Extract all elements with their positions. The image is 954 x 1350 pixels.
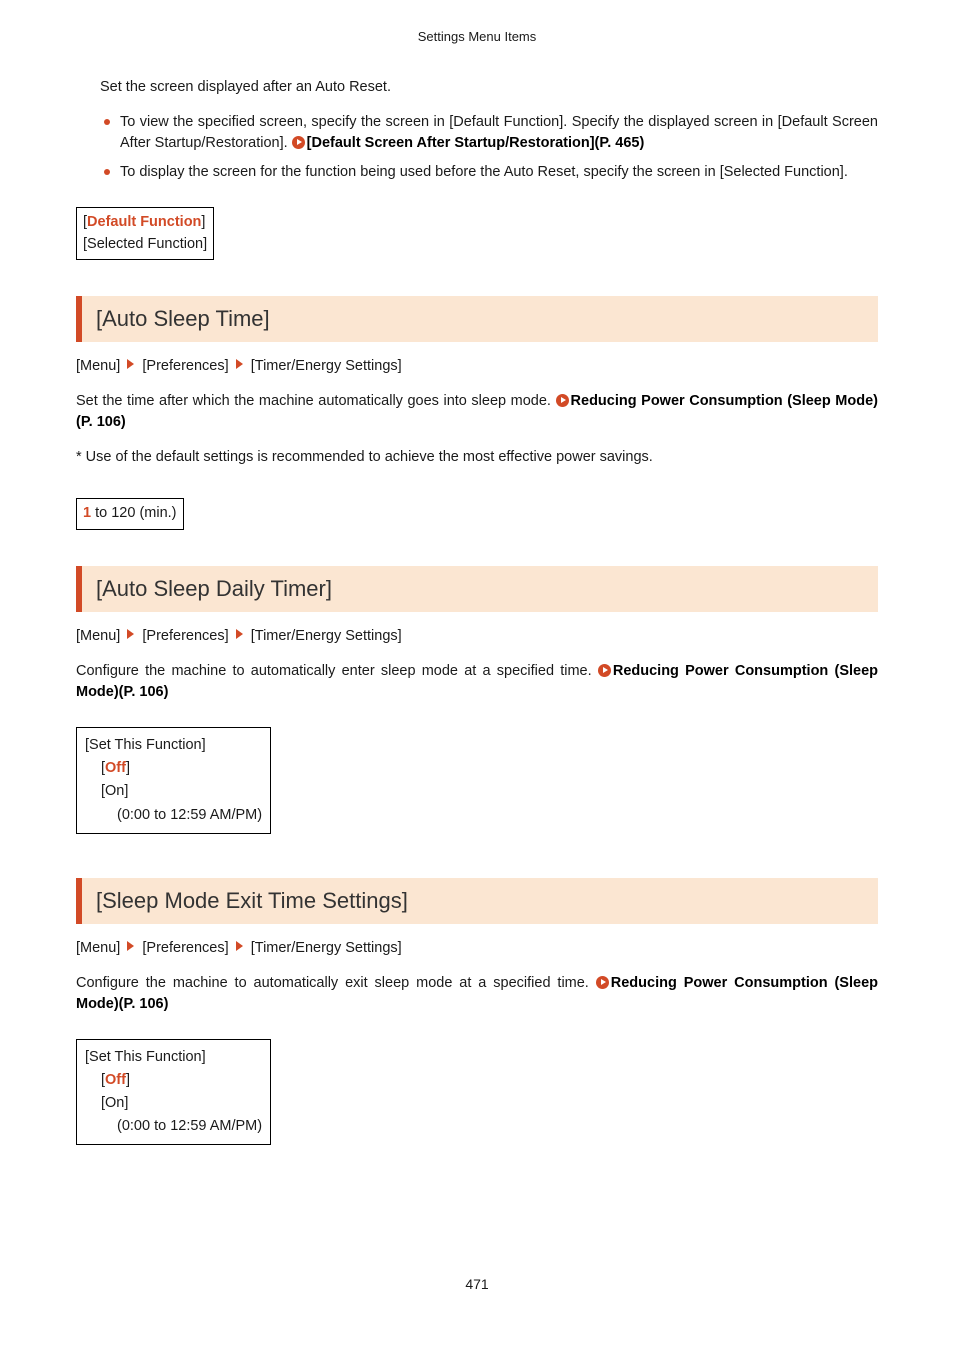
para-text: Configure the machine to automatically e… xyxy=(76,975,596,991)
range-text: to 120 (min.) xyxy=(91,505,176,521)
option: [Selected Function] xyxy=(83,236,207,252)
page-number: 471 xyxy=(0,1274,954,1294)
option: [On] xyxy=(85,780,262,803)
breadcrumb: [Menu] [Preferences] [Timer/Energy Setti… xyxy=(76,356,878,377)
options-box: [Set This Function] [Off] [On] (0:00 to … xyxy=(76,727,271,834)
section-heading-auto-sleep-daily-timer: [Auto Sleep Daily Timer] xyxy=(76,566,878,612)
default-value: 1 xyxy=(83,505,91,521)
crumb: [Preferences] xyxy=(142,358,228,374)
off-label: Off xyxy=(105,1072,126,1088)
bullet-item: To view the specified screen, specify th… xyxy=(100,112,878,154)
crumb: [Timer/Energy Settings] xyxy=(251,358,402,374)
options-box: [Default Function] [Selected Function] xyxy=(76,207,214,261)
bullet-text: To display the screen for the function b… xyxy=(120,164,848,180)
option: [On] xyxy=(85,1092,262,1115)
paragraph: Configure the machine to automatically e… xyxy=(76,661,878,703)
note-text: * Use of the default settings is recomme… xyxy=(76,447,878,468)
chevron-right-icon xyxy=(127,359,134,369)
paragraph: Set the time after which the machine aut… xyxy=(76,391,878,433)
intro-text: Set the screen displayed after an Auto R… xyxy=(100,77,878,98)
cross-reference-link[interactable]: [Default Screen After Startup/Restoratio… xyxy=(307,135,645,151)
para-text: Set the time after which the machine aut… xyxy=(76,393,556,409)
default-option: [Off] xyxy=(85,757,262,780)
chevron-right-icon xyxy=(127,629,134,639)
crumb: [Menu] xyxy=(76,940,120,956)
link-icon[interactable] xyxy=(596,976,609,989)
option-range: (0:00 to 12:59 AM/PM) xyxy=(85,1115,262,1138)
link-icon[interactable] xyxy=(556,394,569,407)
off-label: Off xyxy=(105,760,126,776)
breadcrumb: [Menu] [Preferences] [Timer/Energy Setti… xyxy=(76,626,878,647)
option-group-header: [Set This Function] xyxy=(85,734,262,757)
range-box: 1 to 120 (min.) xyxy=(76,498,184,530)
chevron-right-icon xyxy=(236,629,243,639)
crumb: [Preferences] xyxy=(142,940,228,956)
crumb: [Timer/Energy Settings] xyxy=(251,628,402,644)
running-header: Settings Menu Items xyxy=(76,28,878,47)
chevron-right-icon xyxy=(127,941,134,951)
chevron-right-icon xyxy=(236,941,243,951)
bullet-list: To view the specified screen, specify th… xyxy=(100,112,878,183)
default-option: [Off] xyxy=(85,1069,262,1092)
section-heading-auto-sleep-time: [Auto Sleep Time] xyxy=(76,296,878,342)
breadcrumb: [Menu] [Preferences] [Timer/Energy Setti… xyxy=(76,938,878,959)
link-icon[interactable] xyxy=(598,664,611,677)
crumb: [Menu] xyxy=(76,358,120,374)
option-range: (0:00 to 12:59 AM/PM) xyxy=(85,804,262,827)
default-option: Default Function xyxy=(87,214,201,230)
bullet-item: To display the screen for the function b… xyxy=(100,162,878,183)
crumb: [Preferences] xyxy=(142,628,228,644)
link-icon[interactable] xyxy=(292,136,305,149)
para-text: Configure the machine to automatically e… xyxy=(76,663,598,679)
paragraph: Configure the machine to automatically e… xyxy=(76,973,878,1015)
crumb: [Menu] xyxy=(76,628,120,644)
chevron-right-icon xyxy=(236,359,243,369)
crumb: [Timer/Energy Settings] xyxy=(251,940,402,956)
option-group-header: [Set This Function] xyxy=(85,1046,262,1069)
section-heading-sleep-mode-exit-time: [Sleep Mode Exit Time Settings] xyxy=(76,878,878,924)
page-content: Settings Menu Items Set the screen displ… xyxy=(0,0,954,1175)
options-box: [Set This Function] [Off] [On] (0:00 to … xyxy=(76,1039,271,1146)
